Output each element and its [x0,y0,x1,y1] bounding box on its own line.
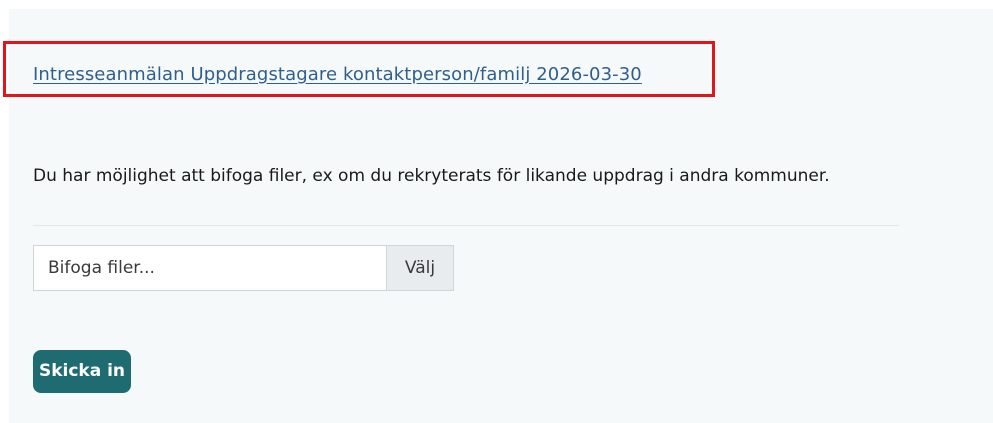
divider [33,225,899,226]
attachment-info-text: Du har möjlighet att bifoga filer, ex om… [33,166,830,186]
file-upload-placeholder[interactable]: Bifoga filer... [34,246,386,290]
form-title-link[interactable]: Intresseanmälan Uppdragstagare kontaktpe… [33,64,642,85]
submit-button[interactable]: Skicka in [33,350,131,393]
choose-file-button[interactable]: Välj [386,246,453,290]
file-upload-field[interactable]: Bifoga filer... Välj [33,245,454,291]
